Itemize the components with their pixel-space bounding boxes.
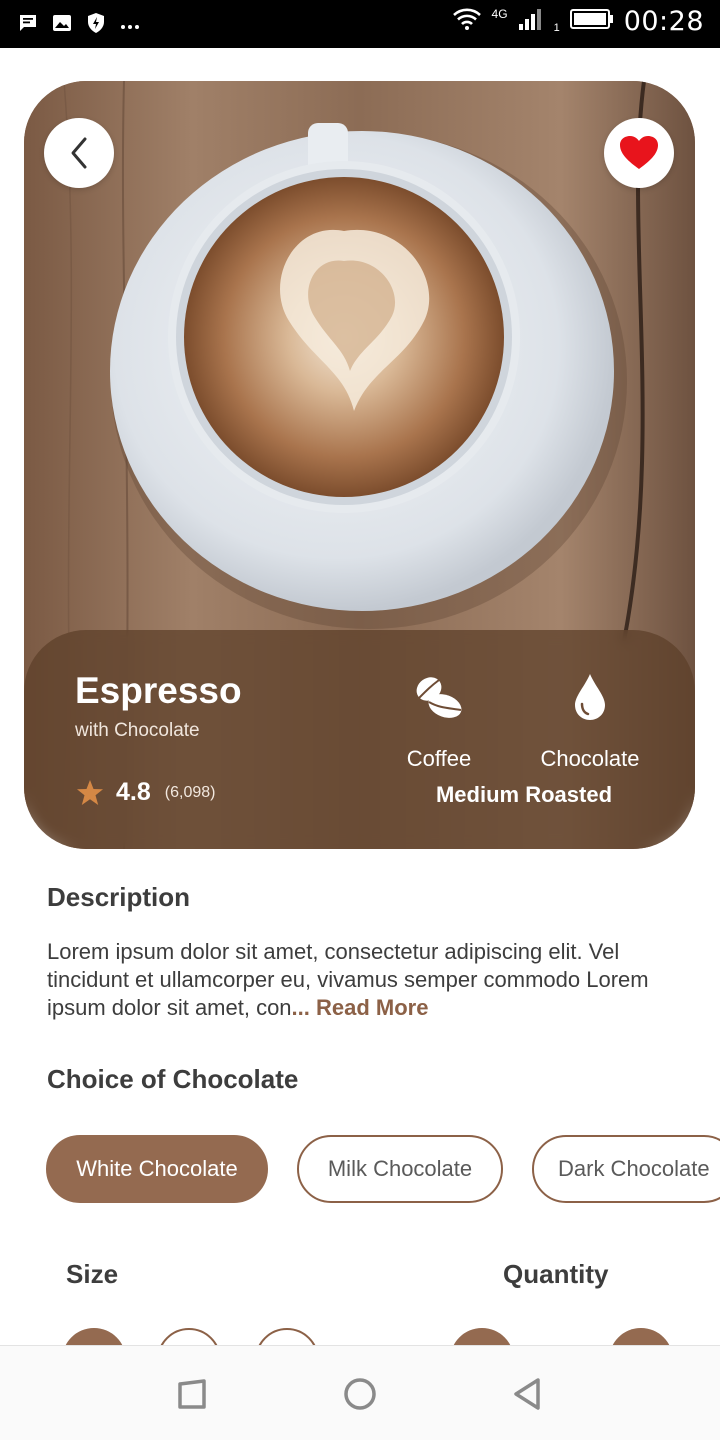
- size-quantity-controls: [0, 1328, 720, 1346]
- attribute-label: Chocolate: [540, 746, 640, 771]
- size-option[interactable]: [255, 1328, 319, 1346]
- triangle-back-icon: [514, 1378, 540, 1410]
- battery-icon: [569, 8, 614, 35]
- back-button[interactable]: [44, 118, 114, 188]
- status-bar: 4G 1 00:28: [0, 0, 720, 48]
- chocolate-options: White Chocolate Milk Chocolate Dark Choc…: [46, 1135, 720, 1203]
- circle-icon: [344, 1378, 376, 1410]
- square-icon: [178, 1379, 206, 1409]
- back-nav-button[interactable]: [507, 1374, 547, 1414]
- product-name: Espresso: [75, 670, 242, 711]
- quantity-increase-button[interactable]: [609, 1328, 673, 1346]
- clock: 00:28: [623, 6, 704, 37]
- size-title: Size: [66, 1259, 119, 1289]
- chip-white-chocolate[interactable]: White Chocolate: [46, 1135, 268, 1203]
- image-icon: [52, 13, 72, 38]
- chevron-left-icon: [71, 137, 87, 169]
- chip-milk-chocolate[interactable]: Milk Chocolate: [297, 1135, 503, 1203]
- rating-row: 4.8 (6,098): [76, 778, 215, 807]
- roast-level: Medium Roasted: [435, 782, 613, 807]
- product-info-panel: Espresso with Chocolate 4.8 (6,098) Coff…: [24, 630, 695, 849]
- system-nav-bar: [0, 1345, 720, 1440]
- drop-icon: [575, 674, 605, 720]
- attribute-chocolate: Chocolate: [529, 668, 651, 772]
- recents-button[interactable]: [172, 1374, 212, 1414]
- size-option[interactable]: [157, 1328, 221, 1346]
- signal-icon: [518, 7, 544, 36]
- chip-dark-chocolate[interactable]: Dark Chocolate: [532, 1135, 720, 1203]
- home-button[interactable]: [340, 1374, 380, 1414]
- coffee-bean-icon: [416, 677, 462, 718]
- message-icon: [18, 13, 38, 38]
- chocolate-choice-title: Choice of Chocolate: [47, 1064, 299, 1094]
- star-icon: [77, 780, 103, 805]
- wifi-icon: [452, 7, 482, 36]
- heart-icon: [620, 136, 658, 169]
- sim-index: 1: [553, 21, 560, 34]
- product-subtitle: with Chocolate: [75, 720, 200, 741]
- rating-value: 4.8: [116, 778, 151, 806]
- network-type: 4G: [491, 6, 508, 21]
- size-option-selected[interactable]: [62, 1328, 126, 1346]
- product-hero: Espresso with Chocolate 4.8 (6,098) Coff…: [24, 81, 695, 849]
- read-more-link[interactable]: ... Read More: [292, 995, 429, 1020]
- description-text: Lorem ipsum dolor sit amet, consectetur …: [47, 938, 677, 1022]
- attribute-label: Coffee: [406, 746, 472, 771]
- attribute-coffee: Coffee: [396, 668, 482, 772]
- quantity-title: Quantity: [503, 1259, 609, 1289]
- favorite-button[interactable]: [604, 118, 674, 188]
- quantity-decrease-button[interactable]: [450, 1328, 514, 1346]
- rating-count: (6,098): [164, 783, 216, 801]
- more-icon: [120, 17, 140, 35]
- description-title: Description: [47, 882, 191, 912]
- shield-icon: [86, 12, 106, 39]
